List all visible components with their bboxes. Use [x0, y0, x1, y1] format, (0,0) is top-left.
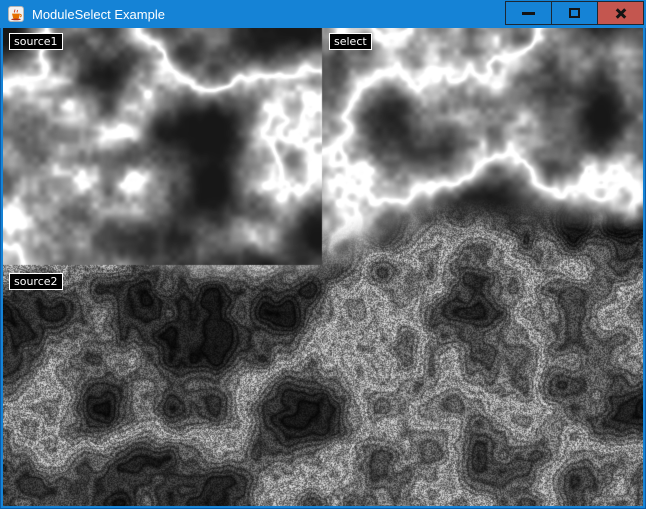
label-source2: source2 — [9, 273, 63, 290]
close-icon — [614, 6, 628, 20]
close-button[interactable] — [597, 1, 644, 25]
window-controls — [506, 1, 644, 25]
noise-image — [3, 28, 643, 506]
java-app-icon[interactable] — [8, 6, 24, 22]
maximize-button[interactable] — [551, 1, 598, 25]
titlebar[interactable]: ModuleSelect Example — [0, 0, 646, 28]
minimize-icon — [522, 12, 535, 15]
window-title: ModuleSelect Example — [32, 7, 165, 22]
label-source1: source1 — [9, 33, 63, 50]
render-area: source1 select source2 — [3, 28, 643, 506]
label-select: select — [329, 33, 372, 50]
java-coffee-cup-icon — [8, 6, 24, 22]
maximize-icon — [569, 8, 580, 18]
app-window: ModuleSelect Example source1 select sour… — [0, 0, 646, 509]
minimize-button[interactable] — [505, 1, 552, 25]
